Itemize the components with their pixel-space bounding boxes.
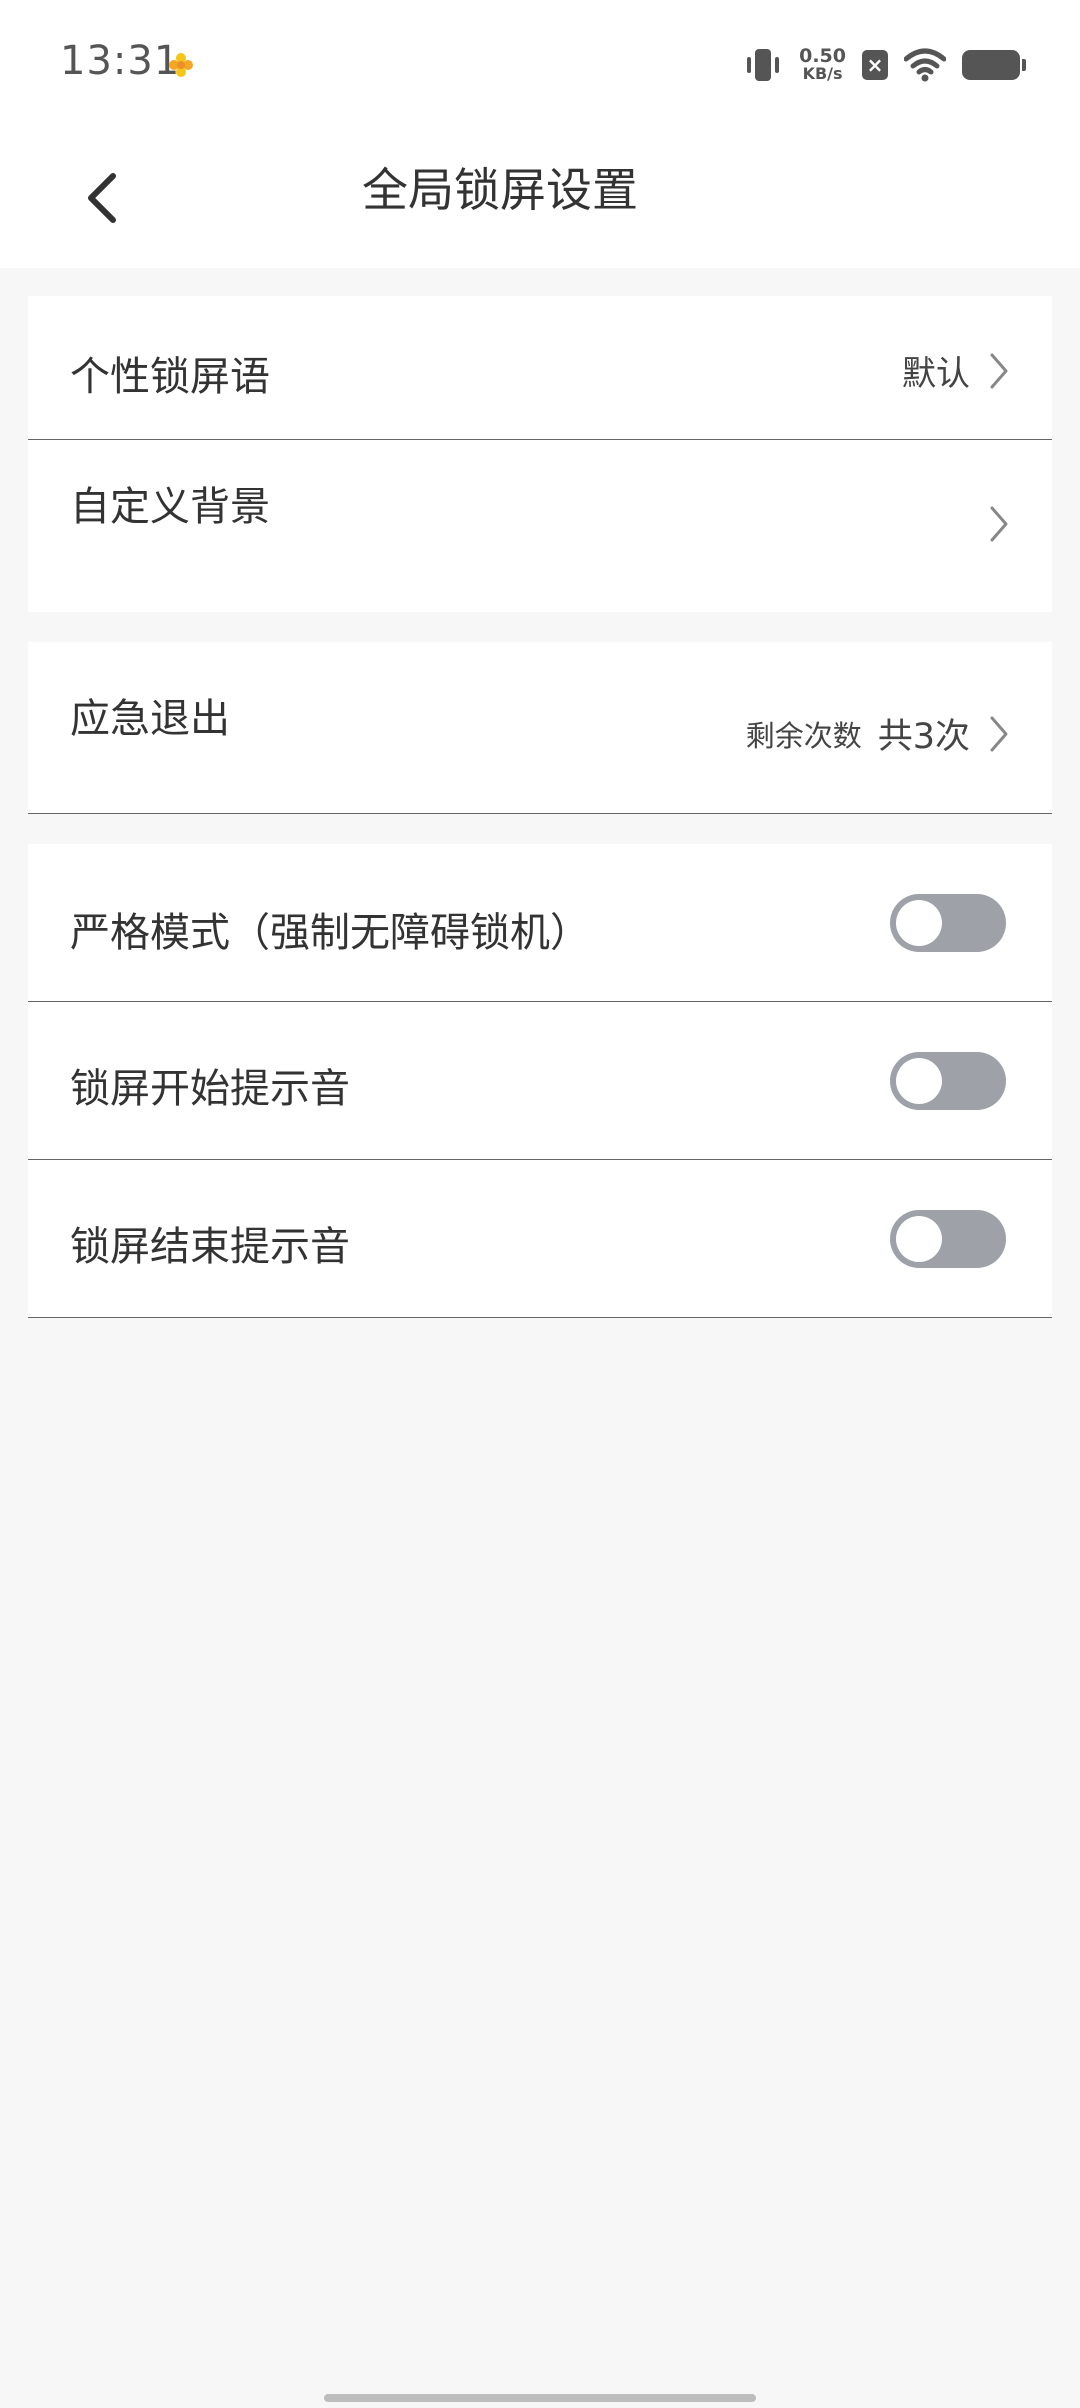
remaining-count-label: 剩余次数 — [745, 718, 862, 753]
vibrate-icon — [747, 49, 780, 81]
lock-end-sound-toggle[interactable] — [890, 1210, 1006, 1268]
home-indicator[interactable] — [324, 2394, 756, 2402]
strict-mode-toggle[interactable] — [890, 894, 1006, 952]
wifi-icon — [904, 48, 946, 82]
status-time: 13:31 — [60, 38, 181, 84]
flower-icon — [169, 53, 193, 77]
custom-background-label: 自定义背景 — [70, 484, 270, 530]
network-speed-value: 0.50 — [799, 45, 846, 67]
status-icons: 0.50 KB/s × — [743, 38, 1026, 92]
battery-icon — [962, 50, 1026, 80]
network-speed-unit: KB/s — [802, 64, 843, 83]
chevron-right-icon — [990, 353, 1008, 388]
chevron-right-icon — [990, 506, 1008, 542]
page-title: 全局锁屏设置 — [362, 163, 638, 217]
toggle-knob — [896, 1216, 942, 1262]
card-emergency: 应急退出 剩余次数 共3次 — [28, 642, 1052, 814]
emergency-exit-label: 应急退出 — [70, 696, 230, 742]
lock-end-sound-label: 锁屏结束提示音 — [70, 1224, 350, 1270]
row-lock-start-sound: 锁屏开始提示音 — [28, 1002, 1052, 1160]
row-lock-end-sound: 锁屏结束提示音 — [28, 1160, 1052, 1318]
no-sim-glyph: × — [866, 53, 884, 77]
row-custom-background[interactable]: 自定义背景 — [28, 440, 1052, 612]
card-appearance: 个性锁屏语 默认 自定义背景 — [28, 296, 1052, 612]
strict-mode-label: 严格模式（强制无障碍锁机） — [70, 910, 590, 956]
personal-message-label: 个性锁屏语 — [70, 354, 270, 400]
row-strict-mode: 严格模式（强制无障碍锁机） — [28, 844, 1052, 1002]
lock-start-sound-toggle[interactable] — [890, 1052, 1006, 1110]
row-emergency-exit[interactable]: 应急退出 剩余次数 共3次 — [28, 642, 1052, 814]
network-speed: 0.50 KB/s — [799, 47, 846, 83]
toggle-knob — [896, 1058, 942, 1104]
card-toggles: 严格模式（强制无障碍锁机） 锁屏开始提示音 锁屏结束提示音 — [28, 844, 1052, 1318]
toggle-knob — [896, 900, 942, 946]
lock-start-sound-label: 锁屏开始提示音 — [70, 1066, 350, 1112]
no-sim-icon: × — [862, 50, 888, 80]
row-personal-message[interactable]: 个性锁屏语 默认 — [28, 296, 1052, 440]
chevron-right-icon — [990, 716, 1008, 751]
status-bar: 13:31 0.50 KB/s × — [0, 0, 1080, 130]
personal-message-value: 默认 — [902, 354, 970, 394]
remaining-count-value: 共3次 — [877, 717, 970, 757]
header-bar: 全局锁屏设置 — [0, 130, 1080, 268]
